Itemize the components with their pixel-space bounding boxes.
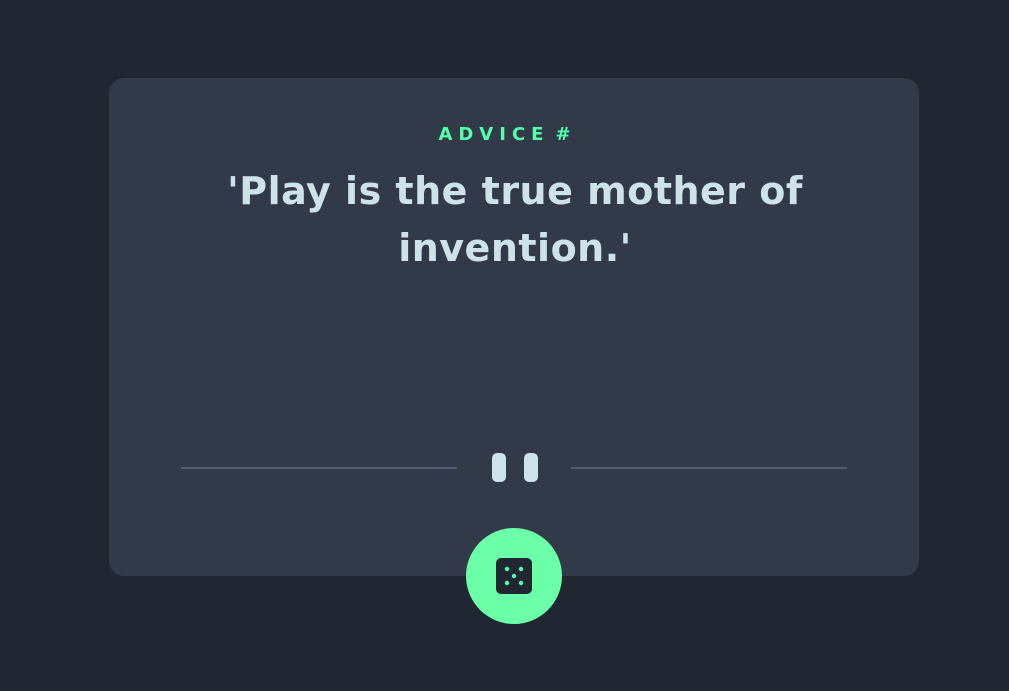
divider-line-right xyxy=(571,467,847,469)
pause-icon-bar-right xyxy=(524,453,538,482)
pause-icon-bar-left xyxy=(492,453,506,482)
advice-label-text: ADVICE xyxy=(438,124,550,145)
advice-label: ADVICE # xyxy=(0,124,1009,146)
divider-line-left xyxy=(181,467,457,469)
dice-icon xyxy=(496,558,532,594)
dice-button[interactable] xyxy=(466,528,562,624)
advice-quote: 'Play is the true mother of invention.' xyxy=(227,169,803,270)
advice-card xyxy=(109,78,919,576)
advice-hash: # xyxy=(555,124,577,145)
